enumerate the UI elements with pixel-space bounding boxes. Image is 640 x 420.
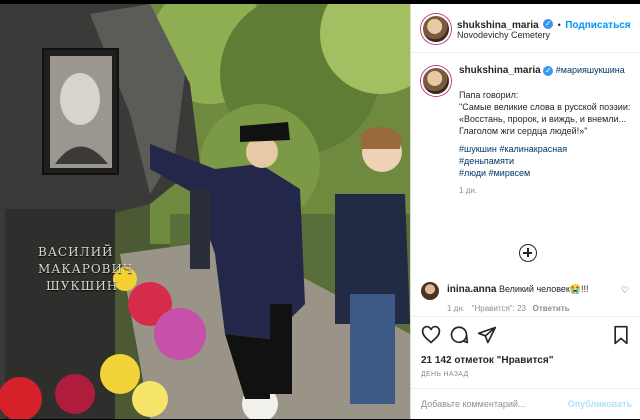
caption-username[interactable]: shukshina_maria	[459, 65, 541, 76]
avatar[interactable]	[421, 14, 451, 44]
post-photo[interactable]: ВАСИЛИЙ МАКАРОВИЧ ШУКШИН	[0, 4, 410, 419]
comment-age: 1 дн.	[447, 304, 465, 313]
caption-quote: "Самые великие слова в русской поэзии: «…	[459, 102, 631, 136]
bookmark-icon[interactable]	[611, 325, 631, 345]
caption-age: 1 дн.	[459, 186, 477, 195]
caption-avatar[interactable]	[421, 66, 451, 96]
hashtag-link[interactable]: #люди	[459, 168, 486, 178]
hashtag-link[interactable]: #марияшукшина	[556, 65, 625, 75]
comment-likes[interactable]: "Нравится": 23	[472, 304, 526, 313]
share-send-icon[interactable]	[477, 325, 497, 345]
hashtag-link[interactable]: #мирвсем	[489, 168, 531, 178]
post-header: shukshina_maria ✓ • Подписаться Novodevi…	[411, 4, 640, 53]
instagram-post-window: ВАСИЛИЙ МАКАРОВИЧ ШУКШИН shukshina_maria…	[0, 0, 640, 419]
likes-count[interactable]: 21 142 отметок "Нравится"	[421, 355, 553, 366]
verified-badge-icon: ✓	[543, 65, 554, 76]
comment-username[interactable]: inina.anna	[447, 284, 496, 295]
photo-illustration	[0, 4, 410, 419]
post-side-panel: shukshina_maria ✓ • Подписаться Novodevi…	[410, 4, 640, 419]
comment-like-icon[interactable]: ♡	[621, 285, 629, 296]
post-timestamp: ДЕНЬ НАЗАД	[421, 371, 469, 378]
grave-inscription: ВАСИЛИЙ МАКАРОВИЧ ШУКШИН	[38, 244, 133, 295]
location-link[interactable]: Novodevichy Cemetery	[457, 30, 550, 40]
hashtag-list: #шукшин #калинакрасная #деньпамяти #люди…	[459, 143, 634, 179]
hashtag-link[interactable]: #шукшин	[459, 144, 497, 154]
verified-badge-icon: ✓	[543, 18, 554, 29]
post-caption: shukshina_maria ✓ #марияшукшина Папа гов…	[459, 64, 634, 197]
commenter-avatar[interactable]	[421, 282, 439, 300]
add-comment-bar: Добавьте комментарий... Опубликовать	[411, 388, 640, 420]
caption-text-line: Папа говорил:	[459, 90, 519, 100]
inscription-line: ШУКШИН	[46, 279, 119, 293]
comment-input[interactable]: Добавьте комментарий...	[421, 399, 525, 409]
follow-button[interactable]: Подписаться	[565, 20, 630, 31]
hashtag-link[interactable]: #калинакрасная	[499, 144, 567, 154]
publish-button[interactable]: Опубликовать	[568, 399, 632, 409]
inscription-line: МАКАРОВИЧ	[38, 262, 134, 276]
dot-separator: •	[557, 20, 561, 30]
comment-bubble-icon[interactable]	[449, 325, 469, 345]
inscription-line: ВАСИЛИЙ	[38, 245, 114, 259]
like-heart-icon[interactable]	[421, 325, 441, 345]
hashtag-link[interactable]: #деньпамяти	[459, 156, 514, 166]
reply-button[interactable]: Ответить	[533, 304, 570, 313]
comment-text: Великий человек😭!!!	[498, 284, 589, 294]
load-more-comments-icon[interactable]	[519, 244, 537, 262]
